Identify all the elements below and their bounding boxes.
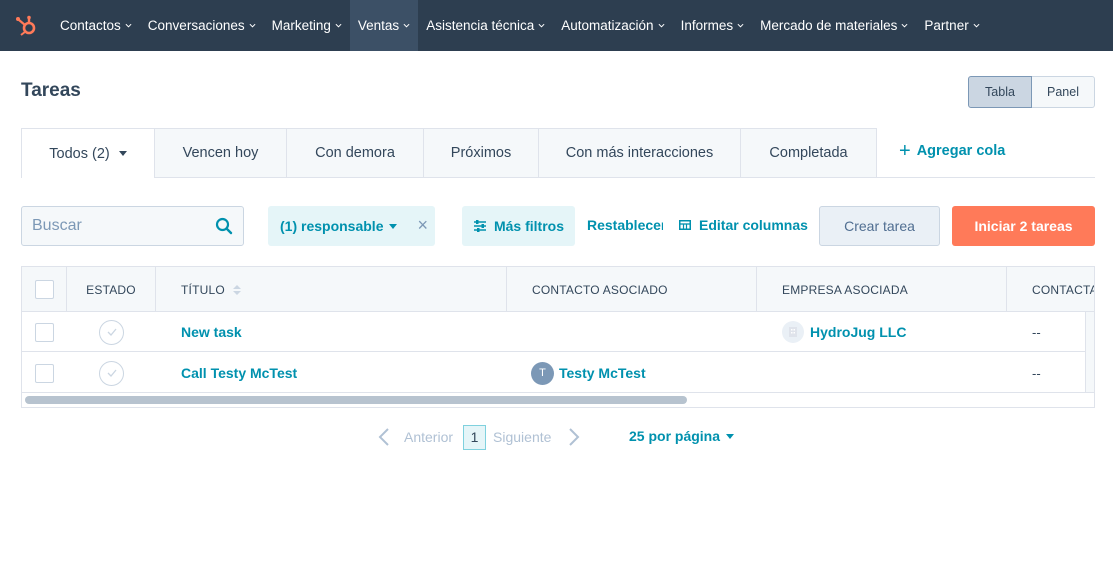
search-input[interactable]: Buscar [21,206,244,246]
caret-down-icon [726,433,735,439]
chevron-down-icon [403,23,410,28]
search-placeholder: Buscar [32,217,82,234]
tabs-divider [876,177,1095,178]
nav-item-marketing[interactable]: Marketing [264,0,350,51]
chevron-down-icon [538,23,545,28]
task-title-link[interactable]: New task [181,324,242,340]
company-logo-icon [782,321,804,343]
contact-cell: T Testy McTest [531,353,646,393]
row-checkbox[interactable] [35,322,54,342]
nav-item-asistencia-tecnica[interactable]: Asistencia técnica [418,0,553,51]
select-all-checkbox[interactable] [34,280,54,299]
checkmark-icon [107,369,116,377]
column-header-empresa-asociada[interactable]: EMPRESA ASOCIADA [757,267,1007,312]
tab-todos[interactable]: Todos (2) [21,128,155,178]
complete-task-icon[interactable] [99,360,124,386]
horizontal-scrollbar[interactable] [25,396,687,404]
task-queue-tabs: Todos (2) Vencen hoy Con demora Próximos… [21,128,877,178]
reset-filters-link[interactable]: Restablecer [587,217,663,233]
tab-con-mas-interacciones[interactable]: Con más interacciones [539,128,741,178]
more-filters-button[interactable]: Más filtros [462,206,575,246]
chevron-down-icon [335,23,342,28]
table-right-edge [1085,312,1094,392]
task-title-link[interactable]: Call Testy McTest [181,365,297,381]
select-all-cell [22,267,67,312]
title-cell: New task [181,312,242,352]
tasks-table: ESTADO TÍTULO CONTACTO ASOCIADO EMPRESA … [21,266,1095,408]
contact-avatar: T [531,361,554,385]
chevron-down-icon [249,23,256,28]
tab-completada[interactable]: Completada [741,128,877,178]
nav-menu: Contactos Conversaciones Marketing Venta… [51,0,988,51]
column-header-estado[interactable]: ESTADO [67,267,156,312]
chevron-down-icon [658,23,665,28]
per-page-dropdown[interactable]: 25 por página [629,428,735,444]
nav-item-informes[interactable]: Informes [673,0,753,51]
contact-link[interactable]: Testy McTest [559,365,646,381]
tab-con-demora[interactable]: Con demora [287,128,424,178]
start-tasks-button[interactable]: Iniciar 2 tareas [952,206,1095,246]
table-row: Call Testy McTest T Testy McTest -- [22,353,1094,393]
row-checkbox[interactable] [35,363,54,383]
nav-item-mercado-de-materiales[interactable]: Mercado de materiales [752,0,916,51]
chevron-down-icon [125,23,132,28]
create-task-button[interactable]: Crear tarea [819,206,940,246]
row-checkbox-cell [35,353,54,393]
status-cell [99,312,124,352]
close-icon[interactable]: × [417,216,428,234]
hubspot-logo-icon[interactable] [0,0,51,51]
chevron-down-icon [901,23,908,28]
complete-task-icon[interactable] [99,319,124,345]
title-cell: Call Testy McTest [181,353,297,393]
edit-columns-button[interactable]: Editar columnas [679,217,808,233]
checkmark-icon [107,328,116,336]
nav-item-automatizacion[interactable]: Automatización [553,0,672,51]
tab-vencen-hoy[interactable]: Vencen hoy [155,128,287,178]
last-contacted-cell: -- [1032,324,1041,340]
row-checkbox-cell [35,312,54,352]
nav-item-ventas[interactable]: Ventas [349,0,419,51]
chevron-down-icon [973,23,980,28]
page-title: Tareas [21,80,81,101]
sort-icon[interactable] [232,284,241,295]
previous-page-button[interactable]: Anterior [378,428,453,446]
nav-item-partner[interactable]: Partner [916,0,987,51]
view-table-button[interactable]: Tabla [968,76,1032,108]
chevron-right-icon [569,428,580,446]
column-header-contactado[interactable]: CONTACTA [1007,267,1094,312]
plus-icon: + [899,140,911,162]
columns-icon [679,220,691,230]
view-toggle: Tabla Panel [968,76,1095,108]
caret-down-icon [389,223,398,229]
view-board-button[interactable]: Panel [1032,76,1095,108]
owner-filter-chip[interactable]: (1) responsable × [268,206,435,246]
nav-item-conversaciones[interactable]: Conversaciones [140,0,264,51]
company-link[interactable]: HydroJug LLC [810,324,906,340]
add-queue-button[interactable]: + Agregar cola [899,140,1005,162]
pagination: Anterior 1 Siguiente [378,424,580,450]
company-cell: HydroJug LLC [782,312,906,352]
last-contacted-cell: -- [1032,365,1041,381]
top-navigation: Contactos Conversaciones Marketing Venta… [0,0,1113,51]
tab-proximos[interactable]: Próximos [424,128,539,178]
status-cell [99,353,124,393]
caret-down-icon [118,151,127,156]
column-header-titulo[interactable]: TÍTULO [156,267,507,312]
filter-sliders-icon [473,220,486,232]
table-header: ESTADO TÍTULO CONTACTO ASOCIADO EMPRESA … [22,267,1094,312]
nav-item-contactos[interactable]: Contactos [52,0,140,51]
search-icon[interactable] [215,217,233,235]
chevron-left-icon [378,428,389,446]
current-page[interactable]: 1 [463,424,487,450]
table-row: New task HydroJug LLC -- [22,312,1094,352]
column-header-contacto-asociado[interactable]: CONTACTO ASOCIADO [507,267,757,312]
next-page-button[interactable]: Siguiente [493,428,580,446]
chevron-down-icon [737,23,744,28]
